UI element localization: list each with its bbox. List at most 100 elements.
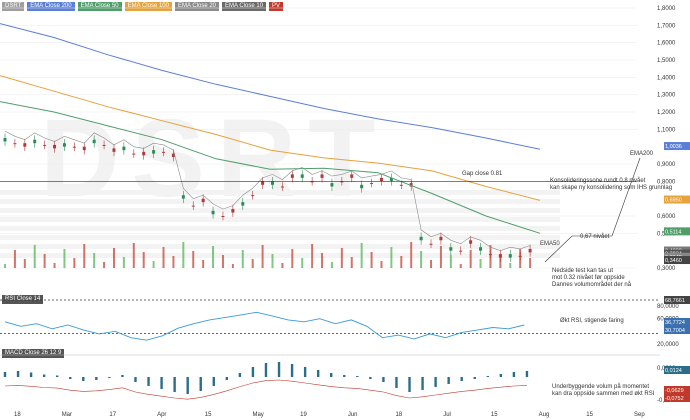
volume-bar xyxy=(370,252,373,268)
volume-bar xyxy=(350,257,353,268)
macd-bar xyxy=(434,377,437,387)
x-tick-label: Sep xyxy=(634,412,645,418)
candle xyxy=(201,198,205,203)
candle xyxy=(429,243,433,245)
price-chart[interactable]: 1,8000 1,7000 1,6000 1,5000 1,4000 1,3000 1,20… xyxy=(0,0,690,420)
candle xyxy=(102,144,106,146)
macd-bar xyxy=(447,377,450,384)
candle xyxy=(469,240,473,244)
candle xyxy=(191,205,195,207)
candle xyxy=(449,247,453,251)
macd-bar xyxy=(55,375,59,377)
macd-bar xyxy=(225,377,229,380)
candle xyxy=(13,143,17,145)
candle xyxy=(459,250,463,252)
volume-bar xyxy=(420,251,423,268)
price-badge-label: 1,0036 xyxy=(665,144,682,150)
volume-bar xyxy=(360,243,363,268)
macd-bar xyxy=(408,377,411,392)
candle xyxy=(72,146,76,148)
x-tick-label: 18 xyxy=(14,412,21,418)
macd-bar xyxy=(82,377,85,381)
macd-bar xyxy=(486,376,490,377)
volume-bar xyxy=(13,250,16,268)
volume-band xyxy=(0,235,560,240)
volume-bar xyxy=(93,253,96,268)
candle xyxy=(370,183,374,185)
candle xyxy=(53,144,57,149)
annotation-ema200: EMA200 xyxy=(630,151,654,157)
x-tick-label: Aug xyxy=(539,412,550,418)
volume-bar xyxy=(231,264,234,268)
rsi-line xyxy=(4,311,525,341)
candle xyxy=(231,209,235,213)
volume-bar xyxy=(509,263,512,268)
macd-bar xyxy=(264,363,268,377)
volume-bar xyxy=(152,261,155,268)
candle xyxy=(152,150,156,154)
candle xyxy=(241,202,245,206)
volume-bar xyxy=(459,264,462,268)
y-tick-label: 1,4000 xyxy=(657,75,676,81)
candle xyxy=(528,248,532,253)
price-badge-label: 0,5114 xyxy=(665,229,681,235)
candle xyxy=(271,181,274,185)
volume-bar xyxy=(182,242,185,268)
x-tick-label: 18 xyxy=(396,412,403,418)
x-tick-label: 15 xyxy=(205,412,212,418)
volume-band xyxy=(0,190,560,195)
candle xyxy=(112,148,116,152)
x-tick-label: 15 xyxy=(586,412,593,418)
volume-bar xyxy=(519,249,522,268)
rsi-tick-label: 80,0000 xyxy=(657,304,679,310)
macd-bar xyxy=(421,377,424,390)
candle xyxy=(221,216,225,217)
macd-bar xyxy=(356,376,359,377)
volume-bar xyxy=(23,259,26,268)
candle xyxy=(290,174,294,178)
rsi-badge-label: 36,7724 xyxy=(665,320,685,326)
macd-bar xyxy=(212,377,215,386)
x-tick-label: 15 xyxy=(491,412,498,418)
chart-window: DSRT DSRT EMA Close 200 EMA Close 50 EMA Cl… xyxy=(0,0,690,420)
candle xyxy=(379,177,383,182)
annotation-consolidation: kan skape ny konsolidering som IHS grunn… xyxy=(550,185,672,191)
candle xyxy=(3,138,7,142)
candle xyxy=(350,174,354,178)
x-tick-label: 19 xyxy=(300,412,307,418)
volume-bar xyxy=(271,254,274,268)
volume-bar xyxy=(479,259,482,268)
candle xyxy=(92,139,96,144)
rsi-annotation: Økt RSI, stigende faring xyxy=(560,318,624,324)
macd-bar xyxy=(499,374,503,377)
ema-line xyxy=(0,101,541,234)
candle xyxy=(251,195,255,197)
macd-bar xyxy=(173,377,176,392)
macd-bar xyxy=(369,377,372,379)
macd-annotation: kan dra oppside sammen med økt RSI xyxy=(552,391,655,397)
candle xyxy=(43,144,47,146)
volume-bar xyxy=(301,258,304,268)
candle xyxy=(23,143,27,147)
annotation-downside: mot 0.32 nivået før oppside xyxy=(552,274,625,281)
annotation-level-067: 0,67 nivået xyxy=(580,233,610,240)
macd-bar xyxy=(42,374,46,377)
y-tick-label: 1,3000 xyxy=(657,93,676,99)
rsi-badge-label: 30,7004 xyxy=(665,328,685,334)
volume-bar xyxy=(73,258,76,268)
volume-bar xyxy=(330,262,333,268)
candle xyxy=(261,181,265,185)
macd-bar xyxy=(382,377,385,382)
macd-bar xyxy=(316,370,320,377)
y-tick-label: 1,2000 xyxy=(657,110,676,116)
volume-bar xyxy=(162,247,165,268)
candle xyxy=(211,210,215,215)
volume-bar xyxy=(261,245,264,268)
volume-bar xyxy=(291,249,294,268)
x-tick-label: Jun xyxy=(348,412,358,418)
macd-bar xyxy=(473,377,476,379)
volume-bar xyxy=(43,254,46,268)
candle xyxy=(439,236,443,241)
candle xyxy=(300,174,304,178)
volume-bar xyxy=(340,248,343,268)
